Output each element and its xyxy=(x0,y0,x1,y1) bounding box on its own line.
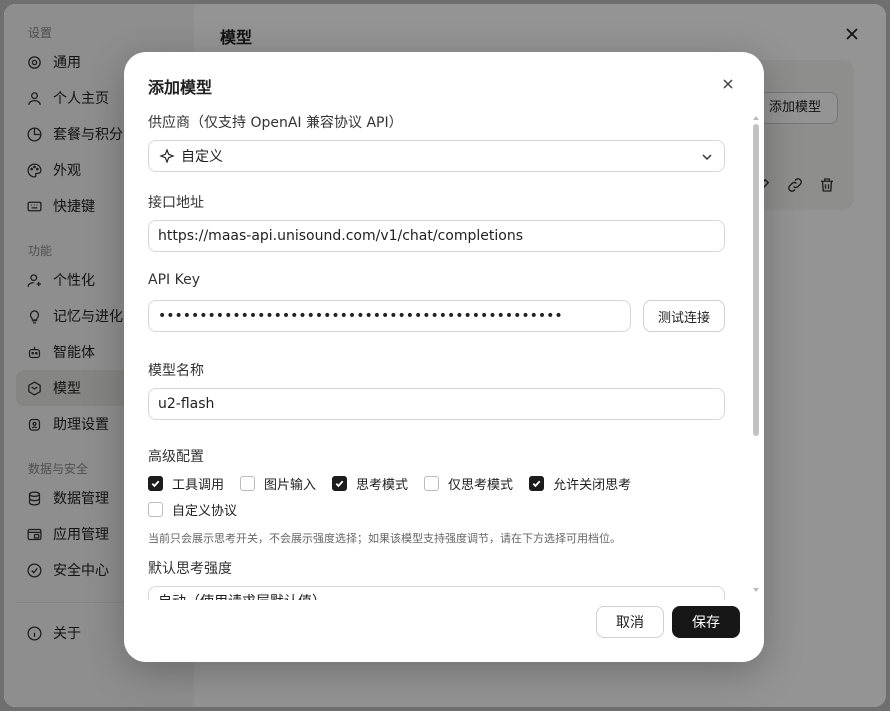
checkbox-unchecked[interactable] xyxy=(424,476,440,491)
default-strength-select[interactable]: 自动（使用请求层默认值） xyxy=(148,586,725,600)
dialog-footer: 取消 保存 xyxy=(124,600,764,662)
model-name-label: 模型名称 xyxy=(148,363,204,379)
api-key-label: API Key xyxy=(148,272,200,288)
provider-value: 自定义 xyxy=(181,149,223,165)
provider-label: 供应商（仅支持 OpenAI 兼容协议 API） xyxy=(148,115,403,131)
option-thinking-only[interactable]: 仅思考模式 xyxy=(424,474,513,493)
thinking-hint-text: 当前只会展示思考开关，不会展示强度选择；如果该模型支持强度调节，请在下方选择可用… xyxy=(148,532,621,545)
api-key-input[interactable] xyxy=(148,300,631,332)
checkbox-checked[interactable] xyxy=(148,476,163,491)
model-name-input[interactable] xyxy=(148,388,725,420)
option-thinking-mode[interactable]: 思考模式 xyxy=(332,474,408,493)
checkbox-unchecked[interactable] xyxy=(148,502,163,517)
checkbox-checked[interactable] xyxy=(332,476,348,491)
add-model-dialog: 添加模型 供应商（仅支持 OpenAI 兼容协议 API） 自定义 接口地址 A… xyxy=(124,52,764,662)
close-icon[interactable] xyxy=(720,76,736,92)
option-custom-protocol[interactable]: 自定义协议 xyxy=(148,500,237,519)
save-button[interactable]: 保存 xyxy=(672,606,740,638)
checkbox-checked[interactable] xyxy=(529,476,545,491)
cancel-button[interactable]: 取消 xyxy=(596,606,664,638)
advanced-config-label: 高级配置 xyxy=(148,449,204,465)
chevron-down-icon xyxy=(702,154,712,161)
endpoint-label: 接口地址 xyxy=(148,195,204,211)
provider-select[interactable]: 自定义 xyxy=(148,140,725,172)
test-connection-button[interactable]: 测试连接 xyxy=(643,300,725,332)
sparkle-icon xyxy=(159,148,175,164)
advanced-options-row: 工具调用 图片输入 思考模式 仅思考模式 允许关闭思考 xyxy=(148,474,647,493)
option-allow-disable-thinking[interactable]: 允许关闭思考 xyxy=(529,474,631,493)
default-strength-label: 默认思考强度 xyxy=(148,561,232,577)
advanced-options-row: 自定义协议 xyxy=(148,500,253,519)
checkbox-unchecked[interactable] xyxy=(240,476,256,491)
option-tool-calling[interactable]: 工具调用 xyxy=(148,474,224,493)
option-image-input[interactable]: 图片输入 xyxy=(240,474,316,493)
scroll-down-icon[interactable] xyxy=(752,586,760,594)
scroll-up-icon[interactable] xyxy=(752,114,760,122)
dialog-title: 添加模型 xyxy=(148,78,213,97)
dialog-scroll-area[interactable]: 供应商（仅支持 OpenAI 兼容协议 API） 自定义 接口地址 API Ke… xyxy=(124,110,764,600)
endpoint-input[interactable] xyxy=(148,220,725,252)
scrollbar-thumb[interactable] xyxy=(753,124,759,436)
